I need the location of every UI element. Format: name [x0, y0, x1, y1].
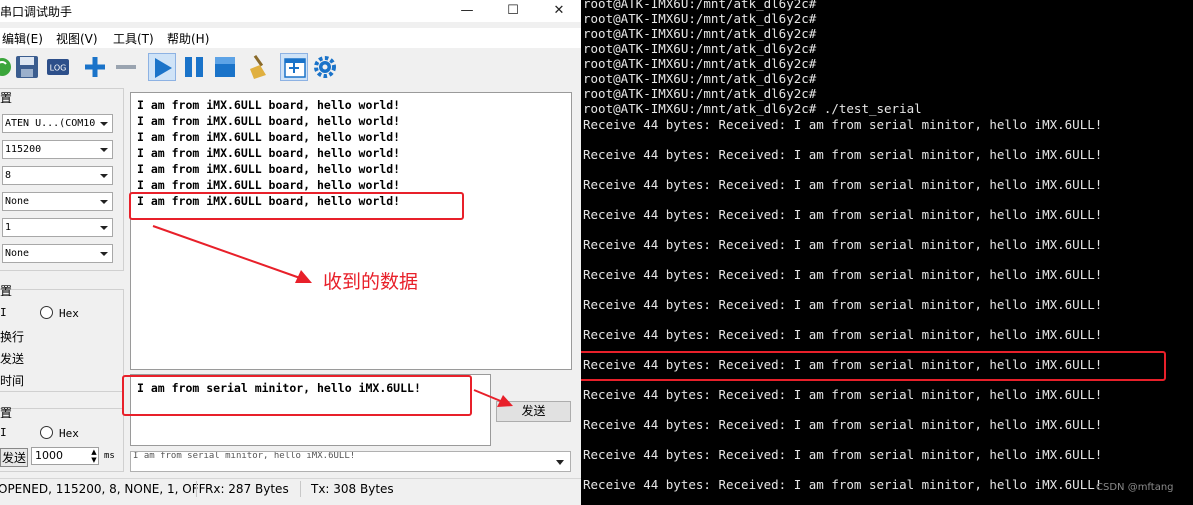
maximize-button[interactable]: ☐ [490, 0, 536, 22]
chevron-down-icon [100, 174, 108, 178]
terminal-prompt-line: root@ATK-IMX6U:/mnt/atk_dl6y2c# [583, 86, 817, 101]
terminal-receive-line: Receive 44 bytes: Received: I am from se… [583, 447, 1103, 462]
chevron-down-icon [556, 460, 564, 465]
status-divider [300, 481, 301, 497]
receive-settings-title: 置 [0, 284, 13, 298]
terminal-receive-line: Receive 44 bytes: Received: I am from se… [583, 387, 1103, 402]
menu-view[interactable]: 视图(V) [56, 30, 98, 47]
recv-hex-radio[interactable] [40, 306, 53, 319]
rx-count: Rx: 287 Bytes [205, 482, 289, 496]
log-icon-label: LOG [50, 64, 67, 73]
terminal-receive-line: Receive 44 bytes: Received: I am from se… [583, 177, 1103, 192]
serial-settings-title: 置 [0, 91, 13, 105]
stop-bits-select[interactable]: 1 [2, 218, 113, 237]
terminal-command-line: root@ATK-IMX6U:/mnt/atk_dl6y2c# ./test_s… [583, 101, 922, 116]
add-icon[interactable] [81, 53, 109, 81]
terminal-prompt-line: root@ATK-IMX6U:/mnt/atk_dl6y2c# [583, 11, 817, 26]
play-icon[interactable] [148, 53, 176, 81]
data-bits-select[interactable]: 8 [2, 166, 113, 185]
chevron-down-icon [100, 148, 108, 152]
terminal-prompt-line: root@ATK-IMX6U:/mnt/atk_dl6y2c# [583, 41, 817, 56]
close-button[interactable]: ✕ [536, 0, 581, 22]
chevron-down-icon [100, 122, 108, 126]
menu-help[interactable]: 帮助(H) [167, 30, 209, 47]
toolbar: LOG [0, 50, 581, 86]
status-divider [196, 481, 197, 497]
chevron-down-icon [100, 226, 108, 230]
terminal-receive-line: Receive 44 bytes: Received: I am from se… [583, 117, 1103, 132]
save-icon[interactable] [13, 53, 41, 81]
interval-unit: ms [104, 451, 115, 461]
chevron-down-icon [100, 252, 108, 256]
receive-line: I am from iMX.6ULL board, hello world! [137, 146, 401, 160]
status-bar: OPENED, 115200, 8, NONE, 1, OFF Rx: 287 … [0, 478, 581, 498]
send-ascii-label: I [0, 426, 7, 439]
terminal-receive-line: Receive 44 bytes: Received: I am from se… [583, 417, 1103, 432]
receive-line: I am from iMX.6ULL board, hello world! [137, 98, 401, 112]
terminal-window[interactable]: root@ATK-IMX6U:/mnt/atk_dl6y2c# root@ATK… [581, 0, 1193, 505]
tx-count: Tx: 308 Bytes [311, 482, 394, 496]
terminal-receive-line: Receive 44 bytes: Received: I am from se… [583, 297, 1103, 312]
baud-value: 115200 [5, 144, 42, 155]
receive-line: I am from iMX.6ULL board, hello world! [137, 114, 401, 128]
baud-select[interactable]: 115200 [2, 140, 113, 159]
recv-option-send[interactable]: 发送 [0, 350, 24, 367]
receive-line: I am from iMX.6ULL board, hello world! [137, 178, 401, 192]
port-select[interactable]: ATEN U...(COM10 [2, 114, 113, 133]
terminal-receive-line: Receive 44 bytes: Received: I am from se… [583, 147, 1103, 162]
terminal-receive-line: Receive 44 bytes: Received: I am from se… [583, 267, 1103, 282]
recv-option-newline[interactable]: 换行 [0, 328, 24, 345]
terminal-prompt-line: root@ATK-IMX6U:/mnt/atk_dl6y2c# [583, 71, 817, 86]
port-value: ATEN U...(COM10 [5, 118, 96, 129]
log-icon[interactable]: LOG [44, 53, 72, 81]
recv-hex-label: Hex [59, 307, 79, 320]
serial-assistant-window: 串口调试助手 — ☐ ✕ 编辑(E) 视图(V) 工具(T) 帮助(H) LOG [0, 0, 581, 505]
flow-control-value: None [5, 248, 30, 259]
terminal-receive-line: Receive 44 bytes: Received: I am from se… [583, 237, 1103, 252]
highlight-received-line [129, 192, 464, 220]
send-settings-title: 置 [0, 406, 13, 420]
receive-line: I am from iMX.6ULL board, hello world! [137, 162, 401, 176]
stop-bits-value: 1 [5, 222, 12, 233]
menu-edit[interactable]: 编辑(E) [2, 30, 43, 47]
send-history-select[interactable]: I am from serial minitor, hello iMX.6ULL… [130, 451, 571, 472]
send-history-value: I am from serial minitor, hello iMX.6ULL… [133, 451, 356, 461]
watermark: CSDN @mftang [1096, 482, 1174, 493]
data-bits-value: 8 [5, 170, 12, 181]
parity-value: None [5, 196, 30, 207]
send-button[interactable]: 发送 [496, 401, 571, 422]
highlight-terminal-line [581, 351, 1166, 381]
chevron-down-icon [100, 200, 108, 204]
terminal-receive-line: Receive 44 bytes: Received: I am from se… [583, 477, 1103, 492]
menu-tools[interactable]: 工具(T) [113, 30, 154, 47]
title-bar: 串口调试助手 — ☐ ✕ [0, 0, 581, 22]
new-window-icon[interactable] [280, 53, 308, 81]
minimize-button[interactable]: — [444, 0, 490, 22]
port-status: OPENED, 115200, 8, NONE, 1, OFF [0, 482, 206, 496]
recv-option-time[interactable]: 时间 [0, 372, 24, 389]
recv-ascii-label: I [0, 306, 7, 319]
annotation-label: 收到的数据 [323, 271, 419, 293]
send-hex-radio[interactable] [40, 426, 53, 439]
terminal-receive-line: Receive 44 bytes: Received: I am from se… [583, 207, 1103, 222]
settings-gear-icon[interactable] [311, 53, 339, 81]
stop-icon[interactable] [211, 53, 239, 81]
terminal-prompt-line: root@ATK-IMX6U:/mnt/atk_dl6y2c# [583, 26, 817, 41]
window-title: 串口调试助手 [0, 5, 73, 19]
remove-icon[interactable] [112, 53, 140, 81]
parity-select[interactable]: None [2, 192, 113, 211]
receive-line: I am from iMX.6ULL board, hello world! [137, 130, 401, 144]
send-hex-label: Hex [59, 427, 79, 440]
receive-textarea[interactable]: I am from iMX.6ULL board, hello world! I… [130, 92, 572, 370]
pause-icon[interactable] [180, 53, 208, 81]
interval-spinner-icon[interactable]: ▲ ▼ [89, 448, 99, 464]
flow-control-select[interactable]: None [2, 244, 113, 263]
terminal-prompt-line: root@ATK-IMX6U:/mnt/atk_dl6y2c# [583, 56, 817, 71]
clear-broom-icon[interactable] [244, 53, 272, 81]
timed-send-checkbox[interactable]: 发送 [0, 448, 29, 467]
menu-bar: 编辑(E) 视图(V) 工具(T) 帮助(H) [0, 28, 581, 48]
terminal-prompt-line: root@ATK-IMX6U:/mnt/atk_dl6y2c# [583, 0, 817, 11]
highlight-send-text [122, 375, 472, 416]
terminal-receive-line: Receive 44 bytes: Received: I am from se… [583, 327, 1103, 342]
